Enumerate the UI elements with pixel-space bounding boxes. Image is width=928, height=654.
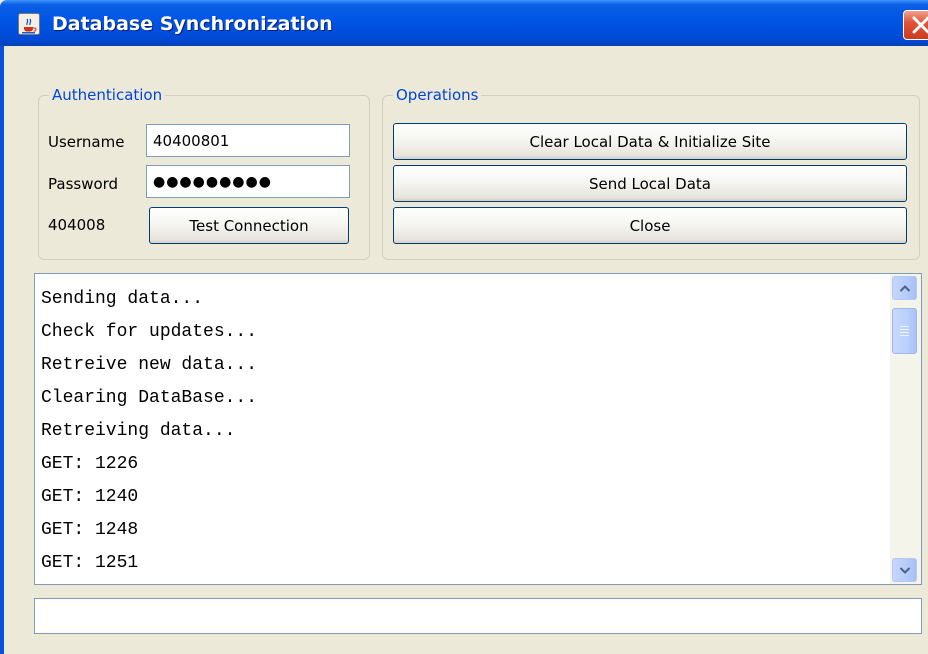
clear-local-data-button[interactable]: Clear Local Data & Initialize Site [393,123,907,160]
log-line: Retreiving data... [41,421,236,441]
log-lines: Sending data... Check for updates... Ret… [41,283,889,580]
java-cup-icon[interactable] [18,13,40,35]
main-window: Database Synchronization Authentication … [0,0,928,654]
log-line: GET: 1226 [41,454,139,474]
window-frame-left [0,46,4,654]
site-code: 404008 [48,216,106,234]
username-label: Username [48,133,125,151]
scroll-up-button[interactable] [892,276,917,300]
log-line: Sending data... [41,289,204,309]
username-input[interactable]: 40400801 [146,124,350,157]
window-title: Database Synchronization [52,13,333,35]
authentication-legend: Authentication [52,86,163,104]
log-line: GET: 1240 [41,487,139,507]
log-line: GET: 1251 [41,553,139,573]
scroll-thumb[interactable] [892,308,917,354]
log-line: GET: 1248 [41,520,139,540]
log-textarea[interactable]: Sending data... Check for updates... Ret… [34,273,922,585]
log-line: Check for updates... [41,322,258,342]
scroll-down-button[interactable] [892,558,917,582]
operations-legend: Operations [396,86,479,104]
chevron-down-icon [899,567,911,574]
send-local-data-button[interactable]: Send Local Data [393,165,907,202]
password-input[interactable]: ●●●●●●●●● [146,165,350,198]
test-connection-button[interactable]: Test Connection [149,207,349,244]
chevron-up-icon [899,285,911,292]
close-window-button[interactable] [903,10,928,40]
password-label: Password [48,175,119,193]
log-line: Retreive new data... [41,355,258,375]
log-scrollbar[interactable] [890,274,921,584]
close-icon [912,16,928,34]
log-line: Clearing DataBase... [41,388,258,408]
close-button[interactable]: Close [393,207,907,244]
title-bar[interactable]: Database Synchronization [0,0,928,46]
status-input[interactable] [34,598,922,634]
